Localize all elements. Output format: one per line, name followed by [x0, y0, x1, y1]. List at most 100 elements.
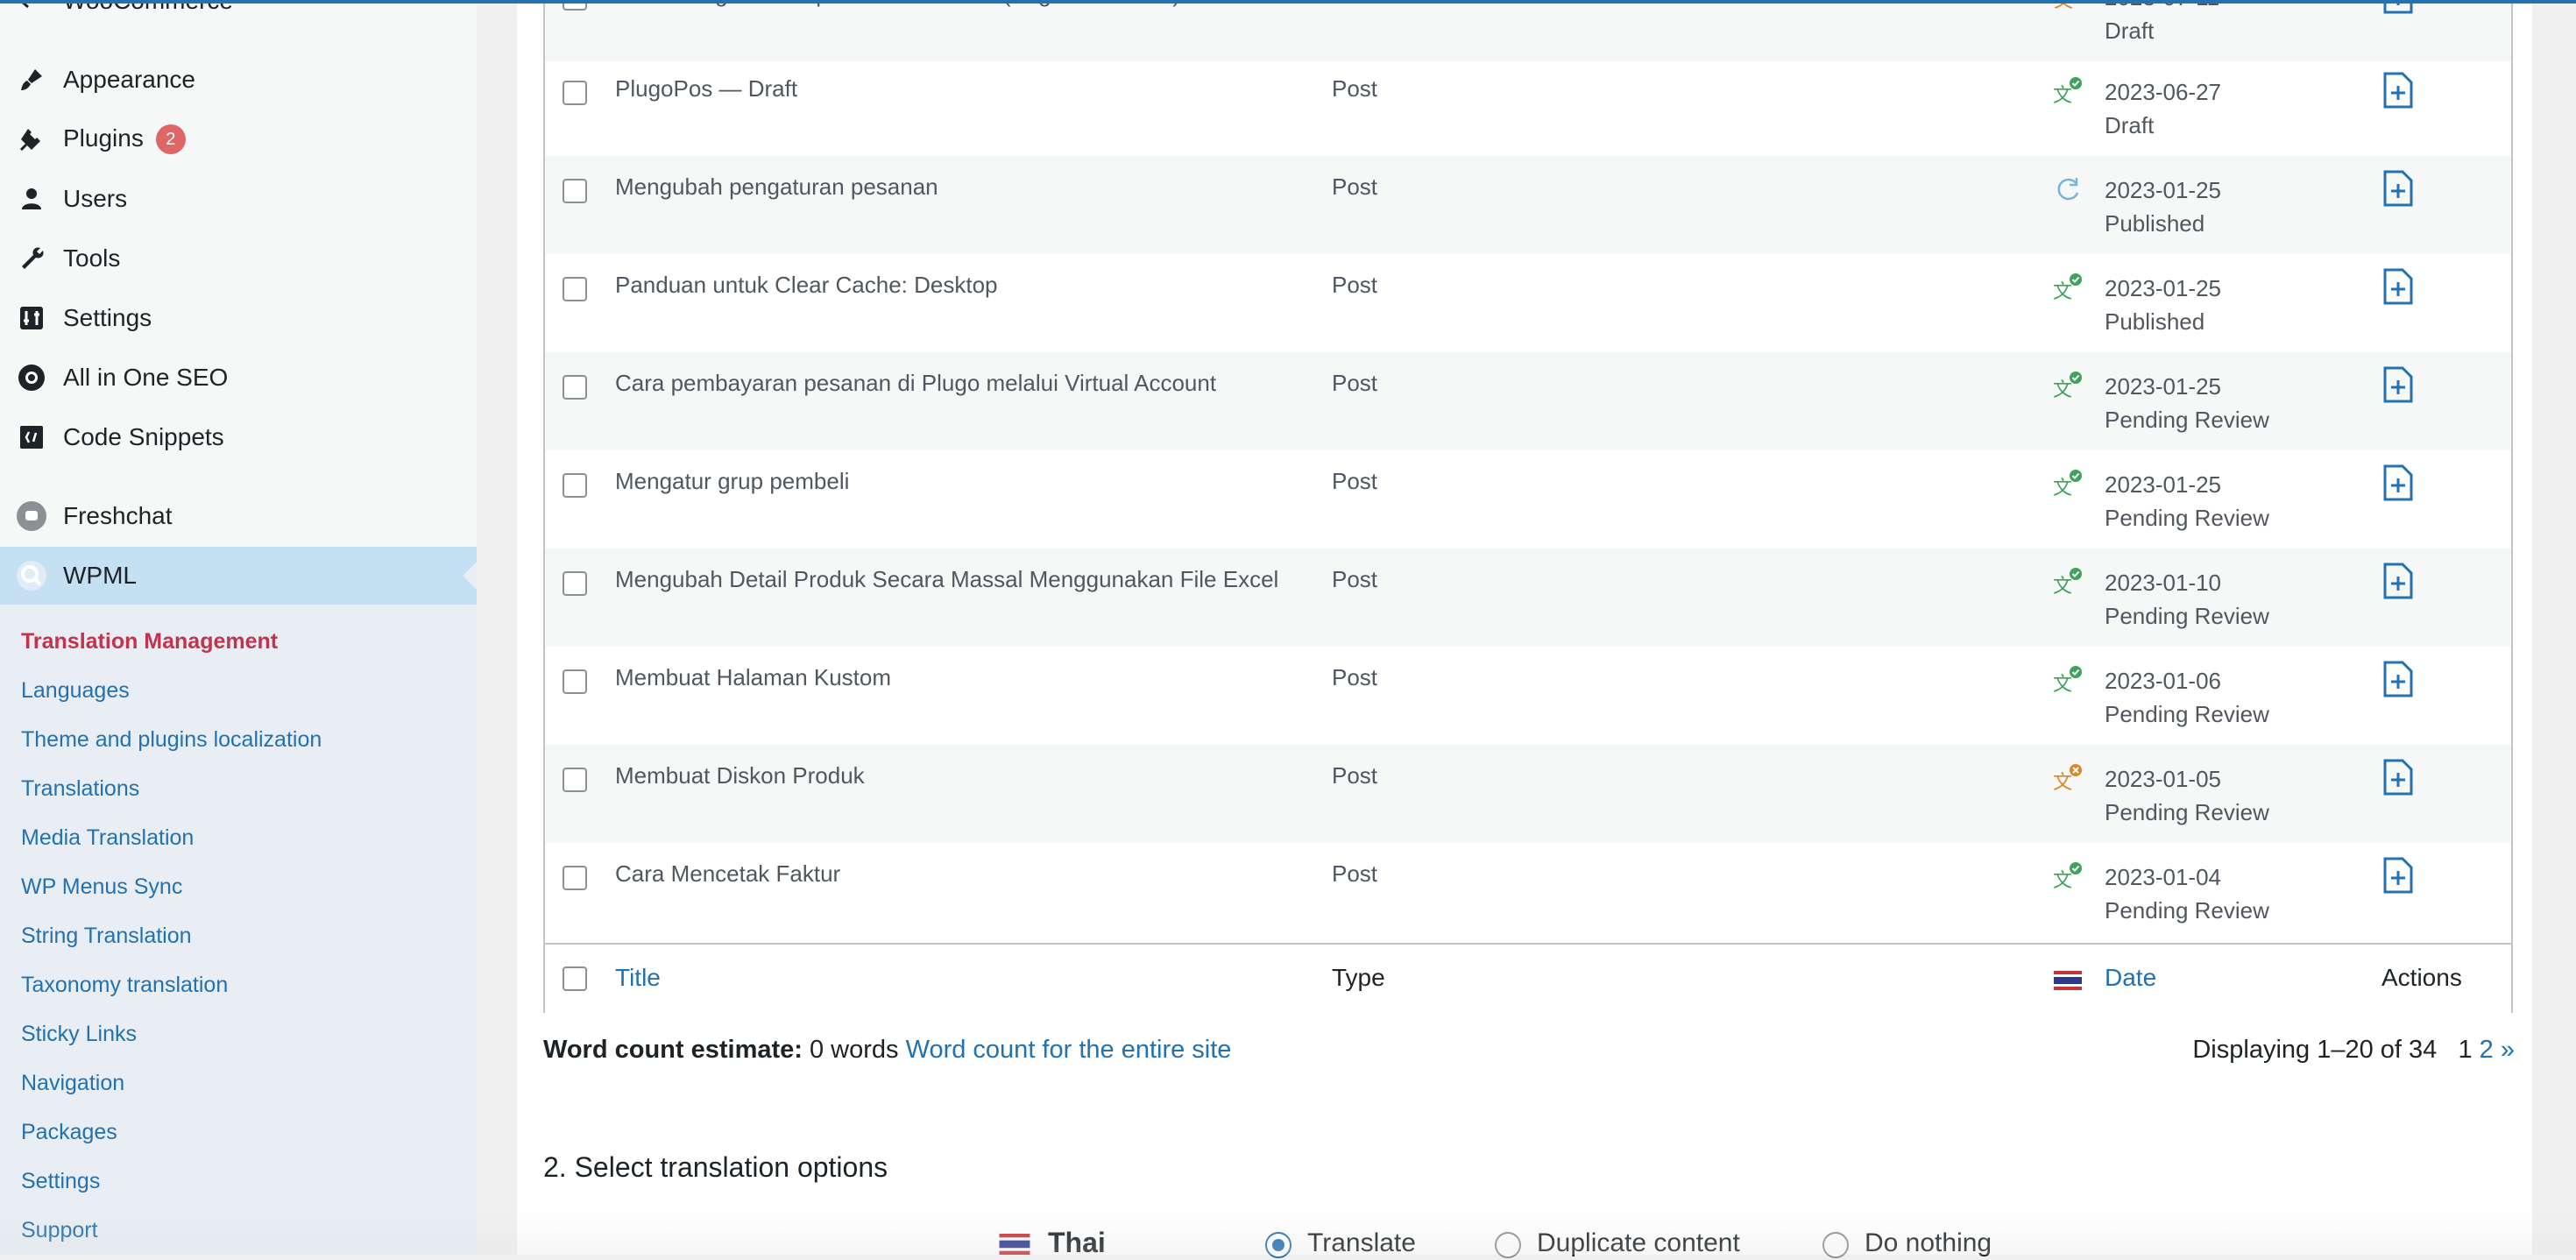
translation-complete-icon: 文 [2052, 566, 2084, 598]
row-date-status: 2023-01-25 Published [2105, 177, 2221, 237]
word-count-entire-site-link[interactable]: Word count for the entire site [906, 1036, 1232, 1064]
submenu-media-translation[interactable]: Media Translation [21, 825, 194, 851]
sidebar-item-tools[interactable]: Tools [0, 230, 477, 287]
pagination-summary: Displaying 1–20 of 34 [2192, 1036, 2438, 1064]
row-checkbox[interactable] [563, 375, 587, 400]
column-title-sort[interactable]: Title [615, 964, 661, 992]
submenu-languages[interactable]: Languages [21, 678, 130, 704]
svg-text:文: 文 [2053, 576, 2072, 598]
row-title[interactable]: Membuat Diskon Produk [615, 762, 865, 789]
row-date-status: 2023-01-25 Pending Review [2105, 471, 2269, 531]
admin-sidebar: WooCommerce Appearance Plugins 2 Users To… [0, 0, 477, 1255]
row-title[interactable]: Cara pembayaran pesanan di Plugo melalui… [615, 370, 1216, 397]
table-row: Cara Mencetak Faktur Post 文 2023-01-04 Pendi… [545, 843, 2511, 941]
row-checkbox[interactable] [563, 81, 587, 105]
add-to-basket-icon[interactable] [2380, 170, 2415, 207]
row-type: Post [1332, 566, 1378, 592]
pagination-next[interactable]: » [2501, 1036, 2515, 1064]
row-title[interactable]: Panduan untuk Clear Cache: Desktop [615, 272, 998, 299]
sidebar-item-users[interactable]: Users [0, 170, 477, 228]
svg-text:文: 文 [2053, 379, 2072, 401]
row-checkbox[interactable] [563, 669, 587, 694]
row-title[interactable]: Cara Mencetak Faktur [615, 860, 840, 888]
translate-radio-label[interactable]: Translate [1307, 1228, 1416, 1258]
sidebar-item-label: Tools [63, 244, 121, 272]
admin-top-accent [0, 0, 2576, 4]
submenu-sticky-links[interactable]: Sticky Links [21, 1022, 137, 1047]
add-to-basket-icon[interactable] [2380, 464, 2415, 501]
translation-needs-update-icon: 文 [2052, 762, 2084, 794]
sidebar-item-wpml[interactable]: WPML [0, 547, 477, 605]
row-type: Post [1332, 762, 1378, 789]
row-checkbox[interactable] [563, 768, 587, 792]
sidebar-item-code-snippets[interactable]: Code Snippets [0, 408, 477, 466]
row-checkbox[interactable] [563, 571, 587, 596]
translation-complete-icon: 文 [2052, 860, 2084, 892]
row-checkbox[interactable] [563, 277, 587, 301]
row-title[interactable]: Membuat Halaman Kustom [615, 664, 891, 691]
column-type: Type [1332, 964, 1385, 991]
sidebar-item-settings[interactable]: Settings [0, 289, 477, 347]
sidebar-item-plugins[interactable]: Plugins 2 [0, 110, 477, 168]
row-checkbox[interactable] [563, 473, 587, 498]
svg-text:文: 文 [2053, 478, 2072, 499]
row-type: Post [1332, 75, 1378, 102]
row-title[interactable]: PlugoPos — Draft [615, 75, 797, 103]
translation-complete-icon: 文 [2052, 370, 2084, 401]
wpml-icon [14, 558, 49, 593]
row-date-status: 2023-06-27 Draft [2105, 79, 2221, 138]
table-footer-header: Title Type Date Actions [545, 943, 2511, 1013]
row-title[interactable]: Mengatur grup pembeli [615, 468, 849, 495]
user-icon [14, 181, 49, 216]
table-row: Cara pembayaran pesanan di Plugo melalui… [545, 352, 2511, 450]
column-date-sort[interactable]: Date [2105, 964, 2156, 992]
sidebar-item-freshchat[interactable]: Freshchat [0, 487, 477, 545]
sidebar-item-label: WPML [63, 562, 137, 589]
translation-complete-icon: 文 [2052, 664, 2084, 696]
translation-option-row: Thai Translate Duplicate content Do noth… [999, 1225, 2050, 1260]
row-title[interactable]: Mengubah Detail Produk Secara Massal Men… [615, 566, 1278, 593]
submenu-packages[interactable]: Packages [21, 1120, 117, 1145]
add-to-basket-icon[interactable] [2380, 268, 2415, 305]
add-to-basket-icon[interactable] [2380, 366, 2415, 403]
sidebar-item-all-in-one-seo[interactable]: All in One SEO [0, 349, 477, 407]
translation-complete-icon: 文 [2052, 468, 2084, 499]
row-date-status: 2023-01-04 Pending Review [2105, 864, 2269, 924]
add-to-basket-icon[interactable] [2380, 72, 2415, 109]
row-title[interactable]: Mengubah pengaturan pesanan [615, 173, 938, 201]
table-row: Cara Mengatur Tampilan Toko Premio (Bagi… [545, 0, 2511, 61]
row-date-status: 2023-01-25 Pending Review [2105, 373, 2269, 433]
row-type: Post [1332, 173, 1378, 200]
row-checkbox[interactable] [563, 866, 587, 890]
submenu-settings[interactable]: Settings [21, 1169, 100, 1194]
pagination-page-2[interactable]: 2 [2480, 1036, 2494, 1064]
submenu-translations[interactable]: Translations [21, 776, 139, 802]
duplicate-content-radio-label[interactable]: Duplicate content [1537, 1228, 1740, 1258]
add-to-basket-icon[interactable] [2380, 759, 2415, 796]
svg-text:文: 文 [2053, 674, 2072, 696]
submenu-navigation[interactable]: Navigation [21, 1071, 124, 1096]
sidebar-item-label: Users [63, 185, 128, 212]
paintbrush-icon [14, 62, 49, 97]
thai-flag-icon [2054, 971, 2082, 990]
do-nothing-radio-label[interactable]: Do nothing [1865, 1228, 1992, 1258]
sidebar-item-appearance[interactable]: Appearance [0, 51, 477, 109]
add-to-basket-icon[interactable] [2380, 661, 2415, 697]
submenu-string-translation[interactable]: String Translation [21, 924, 192, 949]
add-to-basket-icon[interactable] [2380, 563, 2415, 599]
submenu-taxonomy-translation[interactable]: Taxonomy translation [21, 973, 228, 998]
select-all-checkbox[interactable] [563, 966, 587, 991]
wpml-submenu: Translation Management Languages Theme a… [0, 605, 477, 1255]
row-checkbox[interactable] [563, 179, 587, 203]
language-name: Thai [1048, 1227, 1106, 1258]
plugins-update-badge: 2 [155, 124, 186, 155]
submenu-translation-management[interactable]: Translation Management [21, 629, 278, 655]
submenu-support[interactable]: Support [21, 1218, 98, 1243]
sidebar-item-woocommerce[interactable]: WooCommerce [0, 0, 477, 30]
thai-flag-icon [999, 1234, 1030, 1255]
add-to-basket-icon[interactable] [2380, 857, 2415, 894]
plugin-icon [14, 122, 49, 157]
submenu-theme-plugins-localization[interactable]: Theme and plugins localization [21, 727, 322, 753]
submenu-wp-menus-sync[interactable]: WP Menus Sync [21, 874, 182, 900]
row-date-status: 2023-01-10 Pending Review [2105, 570, 2269, 629]
